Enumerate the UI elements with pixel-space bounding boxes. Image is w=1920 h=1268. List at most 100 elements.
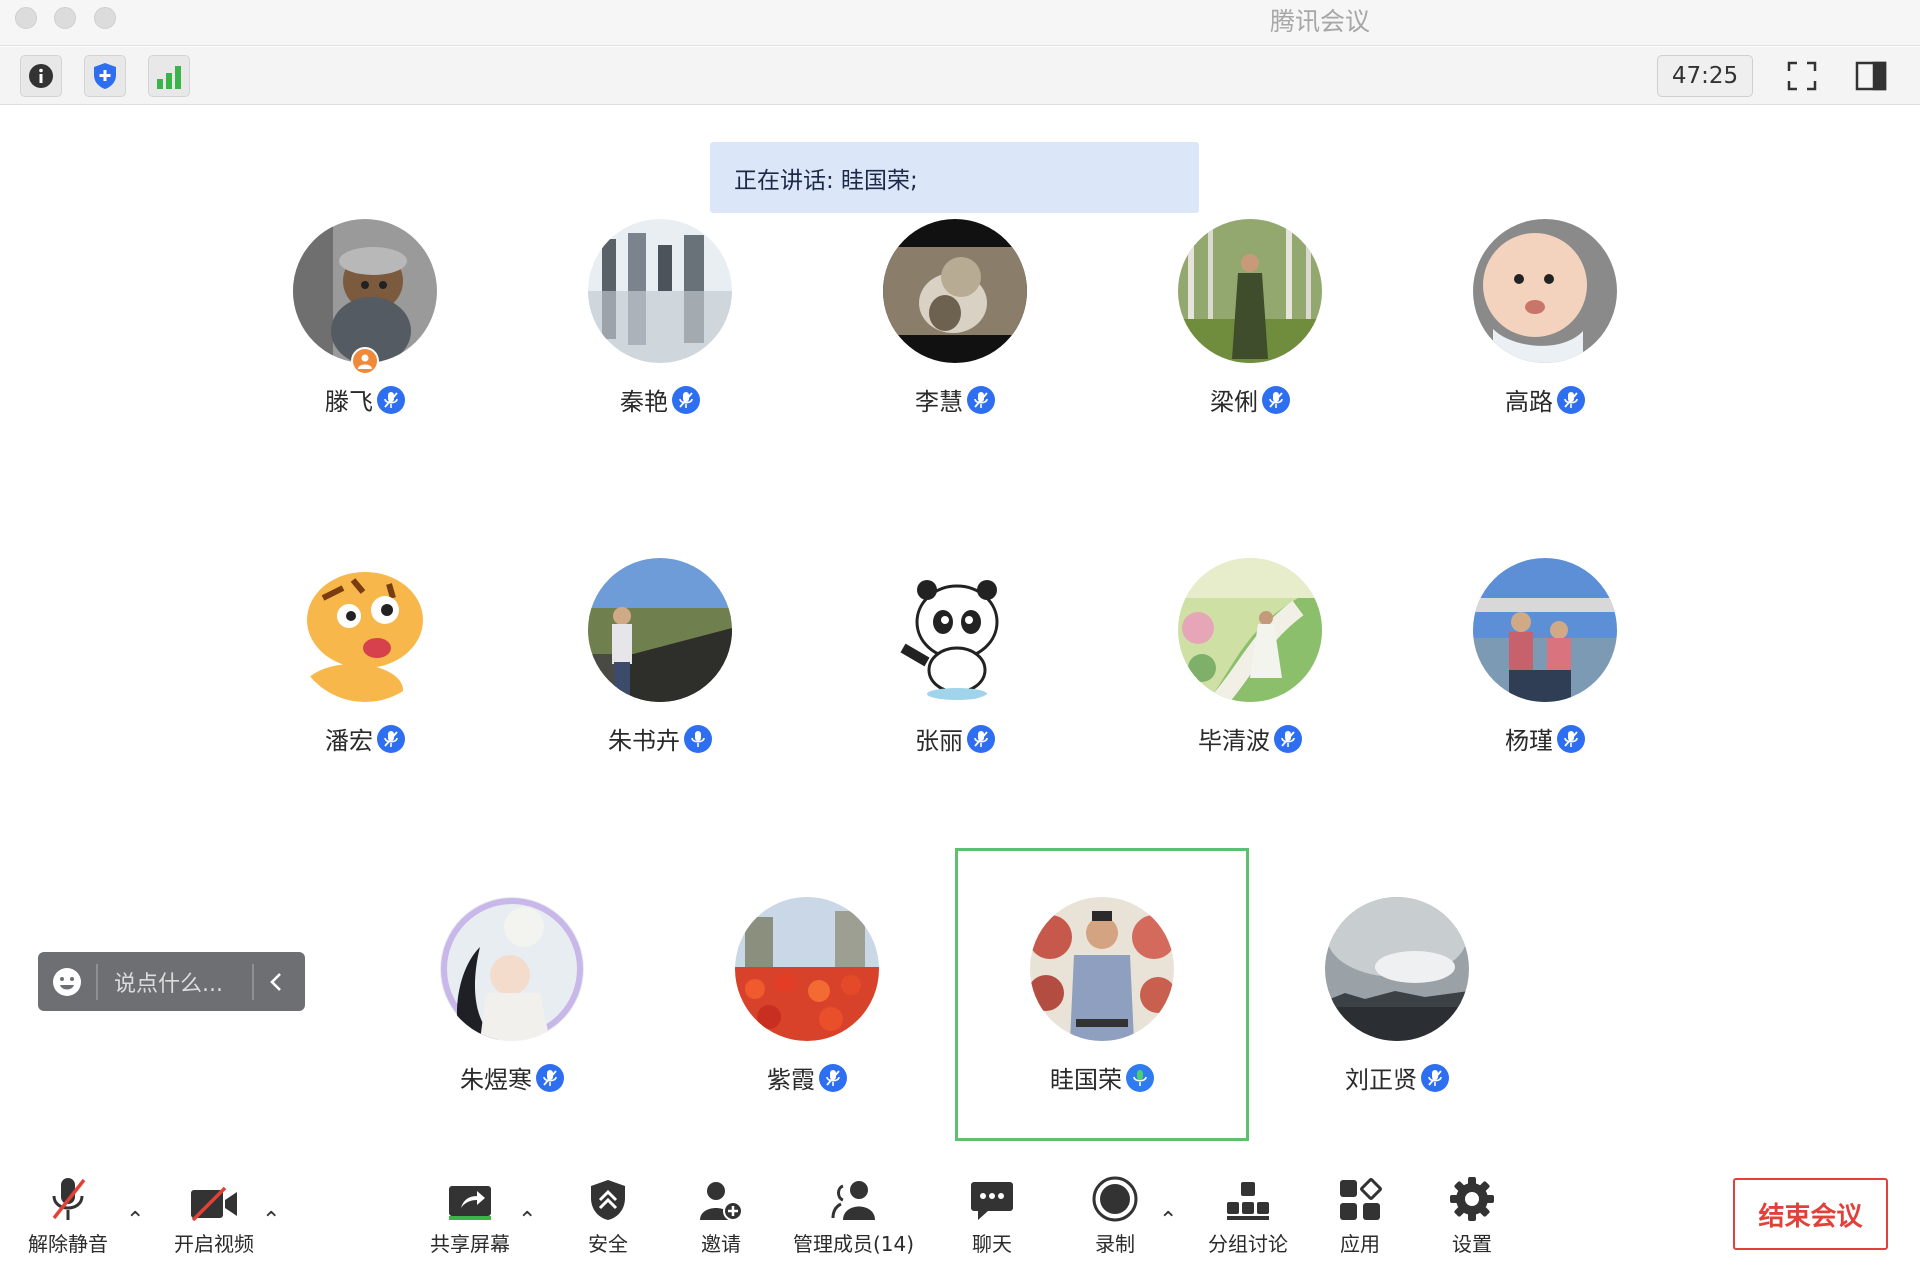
record-icon bbox=[1092, 1176, 1138, 1222]
chat-button[interactable]: 聊天 bbox=[970, 1174, 1014, 1257]
participant-name: 毕清波 bbox=[1198, 727, 1270, 755]
participant-tile[interactable]: 滕飞 bbox=[265, 219, 465, 419]
meeting-timer: 47:25 bbox=[1657, 55, 1753, 97]
participant-tile[interactable]: 高路 bbox=[1445, 219, 1645, 419]
fullscreen-icon bbox=[1787, 61, 1817, 91]
avatar bbox=[1030, 897, 1174, 1041]
avatar bbox=[735, 897, 879, 1041]
mic-muted-icon bbox=[1262, 385, 1290, 414]
mic-muted-icon bbox=[819, 1063, 847, 1092]
settings-button[interactable]: 设置 bbox=[1449, 1174, 1495, 1257]
bottom-control-bar: 解除静音 ⌃ 开启视频 ⌃ 共享屏幕 ⌃ 安全 邀请 管理成员(14) 聊天 录… bbox=[0, 1150, 1920, 1268]
participant-tile[interactable]: 秦艳 bbox=[560, 219, 760, 419]
participant-tile[interactable]: 毕清波 bbox=[1150, 558, 1350, 758]
invite-button[interactable]: 邀请 bbox=[698, 1174, 744, 1257]
collapse-chat-button[interactable] bbox=[254, 971, 298, 993]
zoom-window-button[interactable] bbox=[94, 7, 116, 29]
add-user-icon bbox=[700, 1182, 743, 1221]
avatar bbox=[1178, 219, 1322, 363]
participant-name: 梁俐 bbox=[1210, 388, 1258, 416]
host-badge bbox=[351, 347, 379, 375]
security-label: 安全 bbox=[588, 1232, 628, 1256]
mic-muted-icon bbox=[52, 1178, 86, 1220]
mic-muted-icon bbox=[377, 724, 405, 753]
participant-tile[interactable]: 梁俐 bbox=[1150, 219, 1350, 419]
participant-name: 李慧 bbox=[915, 388, 963, 416]
share-screen-button[interactable]: 共享屏幕 bbox=[430, 1174, 510, 1257]
participant-name: 张丽 bbox=[915, 727, 963, 755]
participant-name: 紫霞 bbox=[767, 1066, 815, 1094]
unmute-label: 解除静音 bbox=[28, 1232, 108, 1256]
emoji-button[interactable] bbox=[38, 966, 96, 998]
share-screen-icon bbox=[449, 1186, 491, 1220]
participant-name: 朱书卉 bbox=[608, 727, 680, 755]
breakout-rooms-button[interactable]: 分组讨论 bbox=[1208, 1174, 1288, 1257]
gear-icon bbox=[1450, 1177, 1494, 1221]
participant-tile[interactable]: 李慧 bbox=[855, 219, 1055, 419]
participant-tile[interactable]: 张丽 bbox=[855, 558, 1055, 758]
chat-input[interactable]: 说点什么... bbox=[98, 966, 252, 998]
avatar bbox=[293, 558, 437, 702]
mic-muted-icon bbox=[967, 724, 995, 753]
participant-tile[interactable]: 杨瑾 bbox=[1445, 558, 1645, 758]
security-button[interactable]: 安全 bbox=[588, 1174, 628, 1257]
apps-icon bbox=[1340, 1178, 1382, 1220]
mic-muted-icon bbox=[672, 385, 700, 414]
mic-muted-icon bbox=[1557, 385, 1585, 414]
manage-members-label: 管理成员(14) bbox=[793, 1232, 915, 1256]
fullscreen-button[interactable] bbox=[1781, 55, 1823, 97]
close-window-button[interactable] bbox=[15, 7, 37, 29]
security-shield-button[interactable] bbox=[84, 55, 126, 97]
manage-members-button[interactable]: 管理成员(14) bbox=[793, 1174, 914, 1257]
mic-muted-icon bbox=[1421, 1063, 1449, 1092]
participant-name: 眭国荣 bbox=[1050, 1066, 1122, 1094]
participant-tile[interactable]: 紫霞 bbox=[707, 897, 907, 1097]
invite-label: 邀请 bbox=[701, 1232, 741, 1256]
start-video-button[interactable]: 开启视频 bbox=[174, 1174, 254, 1257]
breakout-rooms-label: 分组讨论 bbox=[1208, 1232, 1288, 1256]
title-bar: 腾讯会议 bbox=[0, 0, 1920, 46]
participant-tile[interactable]: 朱书卉 bbox=[560, 558, 760, 758]
participant-name: 高路 bbox=[1505, 388, 1553, 416]
unmute-button[interactable]: 解除静音 bbox=[28, 1174, 108, 1257]
end-meeting-button[interactable]: 结束会议 bbox=[1733, 1178, 1888, 1250]
emoji-icon bbox=[53, 967, 81, 996]
meeting-info-button[interactable] bbox=[20, 55, 62, 97]
participant-name: 刘正贤 bbox=[1345, 1066, 1417, 1094]
participant-name: 杨瑾 bbox=[1505, 727, 1553, 755]
record-button[interactable]: 录制 bbox=[1092, 1174, 1138, 1257]
avatar bbox=[1473, 219, 1617, 363]
shield-icon bbox=[94, 63, 116, 89]
participant-tile[interactable]: 潘宏 bbox=[265, 558, 465, 758]
minimize-window-button[interactable] bbox=[54, 7, 76, 29]
side-panel-toggle-button[interactable] bbox=[1850, 55, 1892, 97]
participant-tile[interactable]: 刘正贤 bbox=[1297, 897, 1497, 1097]
participant-tile[interactable]: 朱煜寒 bbox=[412, 897, 612, 1097]
avatar bbox=[1473, 558, 1617, 702]
signal-bars-icon bbox=[157, 66, 181, 89]
person-icon bbox=[358, 354, 372, 369]
chat-icon bbox=[971, 1182, 1013, 1220]
info-icon bbox=[29, 64, 53, 88]
share-screen-label: 共享屏幕 bbox=[430, 1232, 510, 1256]
audio-options-caret[interactable]: ⌃ bbox=[126, 1208, 144, 1233]
participant-name: 朱煜寒 bbox=[460, 1066, 532, 1094]
mic-speaking-icon bbox=[1126, 1063, 1154, 1092]
mic-muted-icon bbox=[1557, 724, 1585, 753]
shield-icon bbox=[591, 1180, 625, 1220]
participant-name: 潘宏 bbox=[325, 727, 373, 755]
avatar bbox=[883, 219, 1027, 363]
avatar bbox=[588, 219, 732, 363]
network-signal-button[interactable] bbox=[148, 55, 190, 97]
settings-label: 设置 bbox=[1452, 1232, 1492, 1256]
avatar bbox=[1178, 558, 1322, 702]
record-options-caret[interactable]: ⌃ bbox=[1159, 1208, 1177, 1233]
mic-muted-icon bbox=[377, 385, 405, 414]
participant-tile[interactable]: 眭国荣 bbox=[1002, 897, 1202, 1097]
apps-label: 应用 bbox=[1340, 1232, 1380, 1256]
video-options-caret[interactable]: ⌃ bbox=[262, 1208, 280, 1233]
avatar bbox=[588, 558, 732, 702]
breakout-icon bbox=[1227, 1182, 1269, 1220]
share-options-caret[interactable]: ⌃ bbox=[518, 1208, 536, 1233]
apps-button[interactable]: 应用 bbox=[1338, 1174, 1382, 1257]
